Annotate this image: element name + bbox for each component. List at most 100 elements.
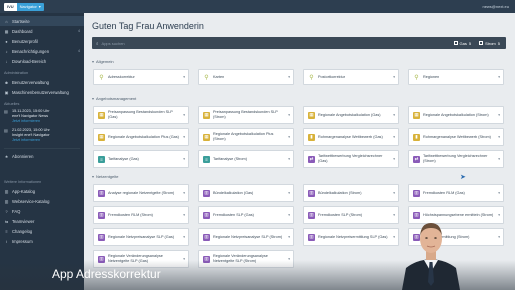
chevron-down-icon[interactable]: ▾ (498, 135, 500, 139)
filter-strom-checkbox[interactable]: Strom 5 (479, 41, 500, 46)
sidebar-item-startseite[interactable]: ⌂ Startseite (0, 16, 84, 26)
app-card[interactable]: ⚲ Postortkorrektur ▾ (303, 69, 399, 85)
search-input[interactable]: Apps suchen (102, 41, 125, 46)
sidebar-item-abonnieren[interactable]: ★ Abonnieren (0, 151, 84, 161)
chevron-down-icon[interactable]: ▾ (183, 135, 185, 139)
app-card-label: Tarifwettbewerbung Vergleichsrechner (St… (423, 154, 488, 163)
app-card[interactable]: ▦ Regionale Angebotskalkulation Plus (Gas… (93, 128, 189, 146)
app-card[interactable]: ⇄ Tarifwettbewerbung Vergleichsrechner (S… (408, 150, 504, 168)
app-card[interactable]: ▥ Fremdkosten RLM (Strom) ▾ (93, 206, 189, 224)
app-card[interactable]: ▦ Preisanpassung Bestandskunden SLP (Stro… (198, 106, 294, 124)
app-card[interactable]: ▥ Analyse regionale Netzentgelte (Strom) ▾ (93, 184, 189, 202)
app-card[interactable]: ▦ Preisanpassung Bestandskunden SLP (Gas)… (93, 106, 189, 124)
news-link[interactable]: Jetzt informieren (12, 119, 50, 124)
chevron-down-icon[interactable]: ▾ (498, 113, 500, 117)
chevron-down-icon[interactable]: ▾ (498, 213, 500, 217)
app-card[interactable]: ≡ Tarifanalyse (Gas) ▾ (93, 150, 189, 168)
calculator-icon: ▦ (203, 133, 210, 141)
sidebar-item-download[interactable]: ↓ Download-Bereich (0, 56, 84, 66)
chevron-down-icon[interactable]: ▾ (393, 157, 395, 161)
chevron-down-icon: ▾ (92, 96, 95, 101)
chevron-down-icon[interactable]: ▾ (183, 75, 185, 79)
count-badge: 4 (78, 29, 80, 33)
app-card[interactable]: ▥ Bündelkalkulation (Gas) ▾ (198, 184, 294, 202)
chevron-down-icon[interactable]: ▾ (183, 235, 185, 239)
user-menu[interactable]: news@next.eu (482, 4, 509, 9)
app-card[interactable]: ▥ Regionale Netzpreisanalyse SLP (Gas) ▾ (93, 228, 189, 246)
app-card[interactable]: ▥ Regionale Netzpreisanalyse SLP (Strom) ▾ (198, 228, 294, 246)
sidebar-item-maschinenbenutzer[interactable]: ▣ Maschinenbenutzerverwaltung (0, 87, 84, 97)
chart-icon: ▮ (413, 133, 420, 141)
checkbox-box[interactable] (479, 41, 484, 45)
app-card[interactable]: ▦ Regionale Angebotskalkulation (Gas) ▾ (303, 106, 399, 124)
chevron-down-icon[interactable]: ▾ (288, 157, 290, 161)
app-card-label: Preisanpassung Bestandskunden SLP (Strom… (213, 110, 278, 119)
app-logo[interactable]: IVU Navigator ▾ (4, 2, 44, 11)
chevron-down-icon[interactable]: ▾ (498, 191, 500, 195)
app-card[interactable]: ▦ Regionale Angebotskalkulation Plus (Str… (198, 128, 294, 146)
chevron-down-icon[interactable]: ▾ (183, 213, 185, 217)
sidebar-item-benutzerverwaltung[interactable]: ☻ Benutzerverwaltung (0, 77, 84, 87)
app-card-label: Postortkorrektur (318, 74, 346, 79)
app-card-label: Fremdkosten SLP (Strom) (318, 212, 363, 217)
chevron-down-icon[interactable]: ▾ (393, 135, 395, 139)
chevron-down-icon[interactable]: ▾ (288, 235, 290, 239)
app-card[interactable]: ≡ Tarifanalyse (Strom) ▾ (198, 150, 294, 168)
app-card[interactable]: ▥ Fremdkosten SLP (Strom) ▾ (303, 206, 399, 224)
chevron-down-icon[interactable]: ▾ (498, 75, 500, 79)
app-card[interactable]: ▥ Fremdkosten SLP (Gas) ▾ (198, 206, 294, 224)
chevron-down-icon[interactable]: ▾ (393, 113, 395, 117)
section-netzentgelte[interactable]: ▾ Netzentgelte (92, 174, 118, 179)
chevron-down-icon[interactable]: ▾ (393, 235, 395, 239)
sidebar-item-teamviewer[interactable]: ⇆ Teamviewer (0, 216, 84, 226)
chevron-down-icon[interactable]: ▾ (288, 191, 290, 195)
checkbox-label: Gas (459, 40, 467, 46)
teamviewer-icon: ⇆ (4, 218, 9, 224)
sidebar-item-dashboard[interactable]: ▦ Dashboard 4 (0, 26, 84, 36)
app-card[interactable]: ⚲ Adresskorrektur ▾ (93, 69, 189, 85)
sidebar-item-app-katalog[interactable]: ▥ App-Katalog (0, 186, 84, 196)
question-icon: ? (5, 208, 8, 214)
app-card-label: Regionale Netzpreisanalyse SLP (Gas) (108, 234, 174, 239)
app-card[interactable]: ⚲ Karten ▾ (198, 69, 294, 85)
app-card[interactable]: ▮ Rohmargenanalyse Wettbewerb (Strom) ▾ (408, 128, 504, 146)
chevron-down-icon[interactable]: ▾ (498, 235, 500, 239)
sidebar-item-label: Webservice-Katalog (12, 198, 50, 204)
chevron-down-icon[interactable]: ▾ (288, 113, 290, 117)
checkbox-box[interactable] (453, 41, 458, 45)
sidebar-item-benutzerprofil[interactable]: ● Benutzerprofil (0, 36, 84, 46)
app-card[interactable]: ⇄ Tarifwettbewerbung Vergleichsrechner (G… (303, 150, 399, 168)
sidebar-item-benachrichtigungen[interactable]: ♪ Benachrichtigungen 4 (0, 46, 84, 56)
sidebar-item-faq[interactable]: ? FAQ (0, 206, 84, 216)
list-icon: ≡ (5, 228, 8, 234)
app-card[interactable]: ▮ Rohmargenanalyse Wettbewerb (Gas) ▾ (303, 128, 399, 146)
chevron-down-icon[interactable]: ▾ (393, 75, 395, 79)
filter-gas-checkbox[interactable]: Gas 5 (453, 40, 471, 46)
sidebar-item-changelog[interactable]: ≡ Changelog (0, 226, 84, 236)
news-link[interactable]: Jetzt informieren (12, 138, 50, 143)
chevron-down-icon[interactable]: ▾ (183, 113, 185, 117)
news-item[interactable]: ▤ 15.11.2023, 15:00 Uhr ene't Navigator … (0, 108, 84, 127)
chevron-down-icon[interactable]: ▾ (288, 213, 290, 217)
webservice-icon: ▥ (4, 198, 9, 204)
chevron-down-icon[interactable]: ▾ (183, 191, 185, 195)
chevron-down-icon[interactable]: ▾ (183, 157, 185, 161)
chevron-down-icon[interactable]: ▾ (393, 191, 395, 195)
app-card[interactable]: ▥ Bündelkalkulation (Strom) ▾ (303, 184, 399, 202)
app-card[interactable]: ⚲ Regionen ▾ (408, 69, 504, 85)
chevron-down-icon[interactable]: ▾ (393, 213, 395, 217)
chevron-down-icon[interactable]: ▾ (288, 75, 290, 79)
app-card[interactable]: ▦ Regionale Angebotskalkulation (Strom) ▾ (408, 106, 504, 124)
chevron-down-icon[interactable]: ▾ (498, 157, 500, 161)
calculator-icon: ▦ (308, 111, 315, 119)
app-card[interactable]: ▥ Regionale Netzpreisermittlung SLP (Gas)… (303, 228, 399, 246)
sidebar-item-impressum[interactable]: i Impressum (0, 236, 84, 246)
news-item[interactable]: ▤ 21.02.2023, 15:00 Uhr Insight ene't Na… (0, 127, 84, 146)
chevron-down-icon[interactable]: ▾ (288, 135, 290, 139)
sidebar-item-webservice-katalog[interactable]: ▥ Webservice-Katalog (0, 196, 84, 206)
tariff-icon: ≡ (203, 155, 210, 163)
app-card-label: Analyse regionale Netzentgelte (Strom) (108, 190, 175, 195)
section-allgemein[interactable]: ▾ Allgemein (92, 59, 114, 64)
section-angebotsmanagement[interactable]: ▾ Angebotsmanagement (92, 96, 136, 101)
app-card[interactable]: ▥ Fremdkosten RLM (Gas) ▾ (408, 184, 504, 202)
